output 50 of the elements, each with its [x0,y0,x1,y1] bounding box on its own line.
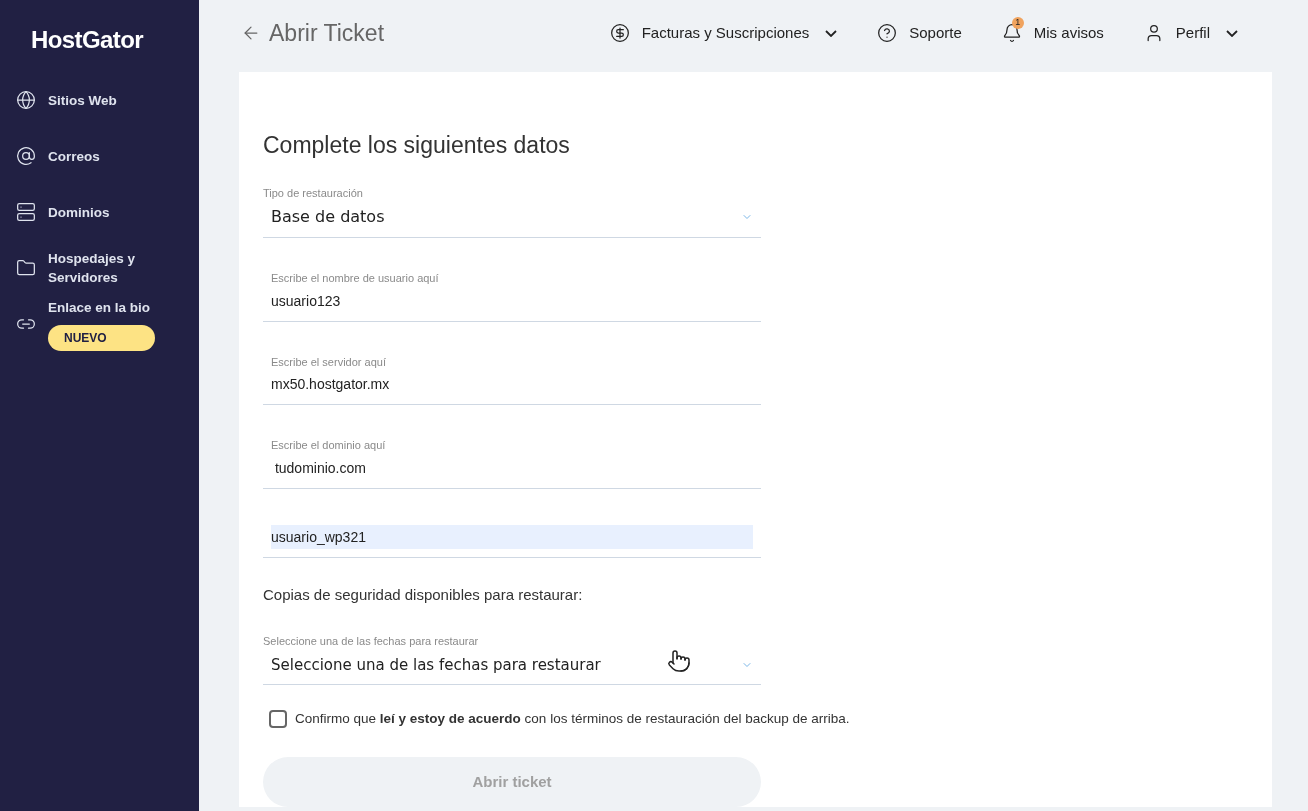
field-label: Seleccione una de las fechas para restaurar [263,634,480,649]
input-field[interactable]: Escribe el servidor aquí mx50.hostgator.mx [263,349,761,405]
nav-label: Facturas y Suscripciones [641,22,810,43]
field-value: Base de datos [271,206,385,228]
select-field[interactable]: Tipo de restauración Base de datos [263,184,761,238]
dollar-icon [609,23,630,43]
sidebar-item[interactable]: Sitios Web [0,72,199,128]
sidebar-item[interactable]: Correos [0,128,199,184]
input-field[interactable]: Escribe el dominio aquí tudominio.com [263,433,761,489]
globe-icon [16,90,36,110]
field-value: mx50.hostgator.mx [271,376,390,392]
sidebar-label: Hospedajes y Servidores [48,250,137,287]
notification-badge: 1 [1011,16,1024,29]
field-label: Escribe el nombre de usuario aquí [271,271,440,286]
chevron-icon [1226,29,1238,37]
sidebar-item[interactable]: Hospedajes y Servidores [0,240,199,296]
nav-item[interactable]: Facturas y Suscripciones [609,21,838,45]
section-label: Copias de seguridad disponibles para restaurar: [263,584,584,605]
folder-icon [16,258,36,278]
field-label: Escribe el servidor aquí [271,354,387,370]
at-sign-icon [16,146,36,166]
page-title: Abrir Ticket [269,18,385,48]
sidebar-label: Dominios [48,203,110,222]
nav-label: Soporte [909,22,962,43]
sidebar-label: Correos [48,147,100,166]
checkbox[interactable] [269,710,287,729]
nav-item[interactable]: Soporte [877,21,962,45]
select-field[interactable]: Seleccione una de las fechas para restaurar Seleccione una de las fechas para restaurar [263,633,761,685]
nav-label: Perfil [1175,22,1210,43]
sidebar-label: Enlace en la bio [48,298,152,317]
logo[interactable]: HostGator [31,22,199,58]
nav-item[interactable]: Perfil [1143,21,1238,45]
server-icon [16,202,36,222]
field-value: usuario_wp321 [271,528,366,545]
field-value: tudominio.com [273,459,366,476]
chevron-icon [825,29,838,37]
sidebar-item[interactable]: Dominios [0,184,199,240]
field-value: Seleccione una de las fechas para restaurar [271,654,601,676]
help-icon [877,23,898,43]
field-label: Tipo de restauración [263,185,364,201]
field-label: Escribe el dominio aquí [271,438,387,453]
input-field[interactable]: Escribe el nombre de usuario aquí usuario123 [263,266,761,322]
consent-text: Confirmo que leí y estoy de acuerdo con los términos de restauración del backup de arriba. [295,710,850,728]
new-badge: NUEVO [48,324,155,351]
form-heading: Complete los siguientes datos [263,131,571,160]
sidebar-label: Sitios Web [48,91,117,110]
bell-icon [1001,23,1022,43]
field-value: usuario123 [271,292,341,309]
nav-label: Mis avisos [1033,22,1104,43]
sidebar-item[interactable]: Enlace en la bio NUEVO [0,296,199,352]
